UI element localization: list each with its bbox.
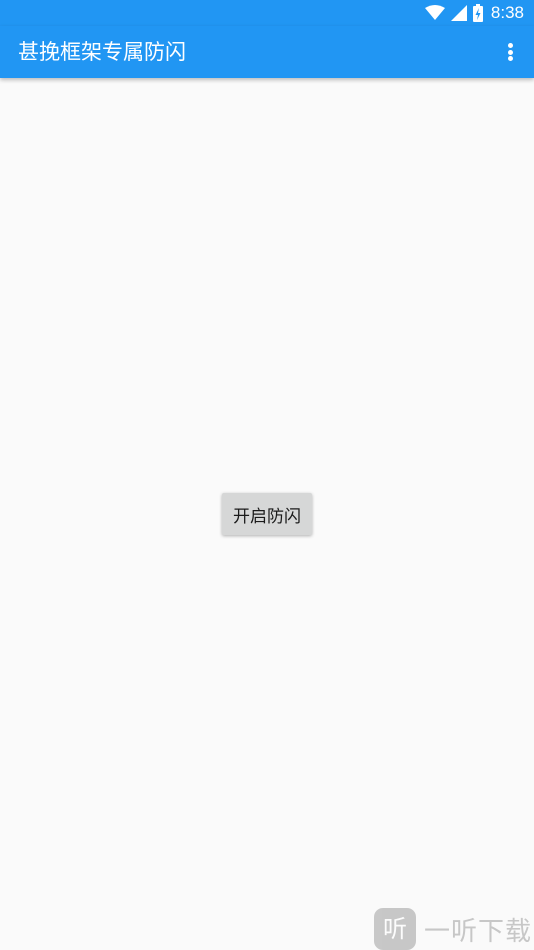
status-bar: 8:38 (0, 0, 534, 26)
watermark-text: 一听下载 (424, 916, 533, 947)
enable-anti-flash-button[interactable]: 开启防闪 (222, 493, 312, 535)
watermark-logo: 听 (374, 908, 416, 950)
menu-dot (507, 49, 513, 55)
status-icons: 8:38 (424, 3, 524, 23)
wifi-icon (424, 5, 445, 21)
app-title: 甚挽框架专属防闪 (18, 40, 186, 64)
app-bar: 甚挽框架专属防闪 (0, 26, 534, 78)
status-time: 8:38 (490, 3, 524, 22)
cell-signal-icon (450, 5, 467, 21)
menu-dot (507, 56, 513, 61)
battery-charging-icon (472, 4, 483, 22)
more-vertical-icon[interactable] (500, 40, 520, 64)
main-content: 开启防闪 (0, 78, 534, 950)
menu-dot (507, 43, 513, 48)
watermark: 听 一听下载 (374, 908, 532, 950)
